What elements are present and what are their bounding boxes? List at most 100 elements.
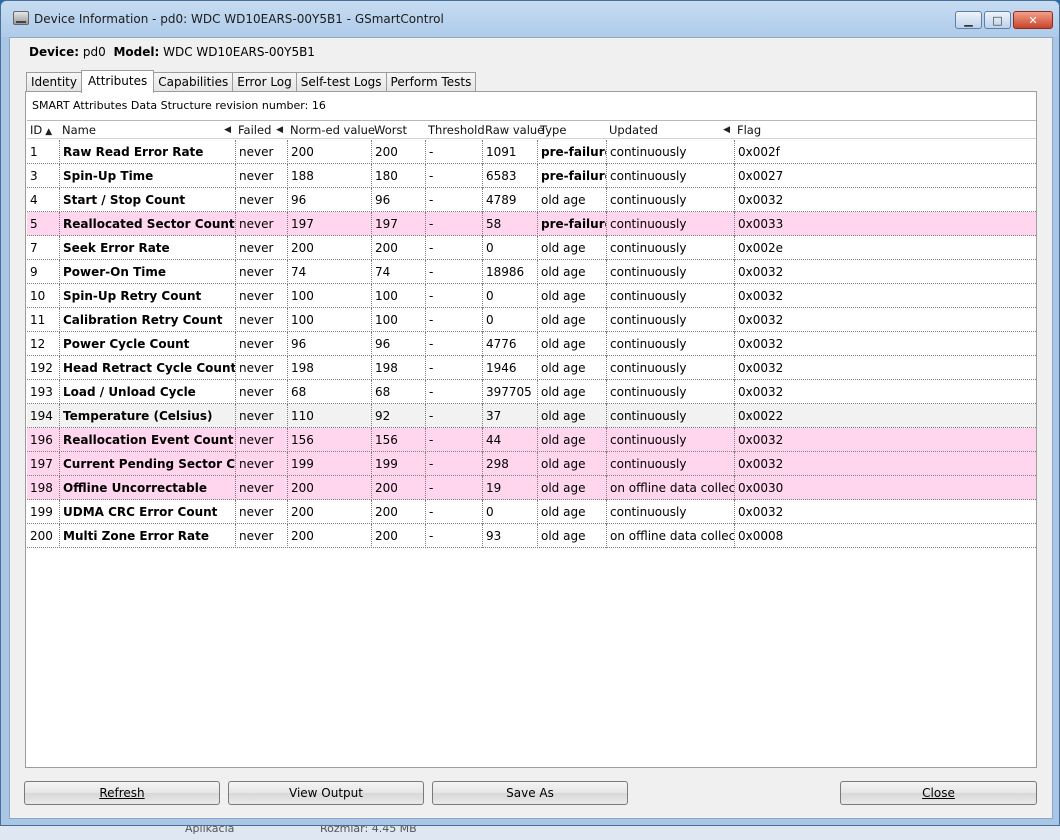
column-header-name[interactable]: Name ◀ bbox=[59, 121, 235, 139]
cell-type: old age bbox=[537, 308, 606, 332]
cell-updated: continuously bbox=[606, 212, 734, 236]
column-header-raw[interactable]: Raw value bbox=[482, 121, 544, 139]
column-header-label: Raw value bbox=[485, 123, 545, 137]
column-header-worst[interactable]: Worst bbox=[371, 121, 425, 139]
close-window-button[interactable]: ✕ bbox=[1013, 11, 1053, 29]
cell-flag: 0x002e bbox=[734, 236, 1036, 260]
cell-worst: 96 bbox=[371, 188, 425, 212]
cell-threshold: - bbox=[425, 308, 482, 332]
column-header-norm[interactable]: Norm-ed value bbox=[287, 121, 375, 139]
tab-attributes[interactable]: Attributes bbox=[81, 70, 155, 93]
model-value: WDC WD10EARS-00Y5B1 bbox=[163, 45, 315, 59]
table-row[interactable]: 197Current Pending Sector Countnever1991… bbox=[27, 452, 1036, 476]
table-row[interactable]: 200 Multi Zone Error Rate never 200 200-93 ol… bbox=[27, 524, 1036, 548]
cell-type: old age bbox=[537, 260, 606, 284]
table-header: ID ▲ Name ◀ Failed ◀ Norm-ed value Worst Thresho… bbox=[27, 121, 1036, 139]
cell-worst: 197 bbox=[371, 212, 425, 236]
cell-norm: 110 bbox=[287, 404, 371, 428]
table-row[interactable]: 196 Reallocation Event Count never 156 156-4… bbox=[27, 428, 1036, 452]
tab-identity[interactable]: Identity bbox=[26, 72, 82, 92]
view-output-button[interactable]: View Output bbox=[228, 781, 424, 805]
table-row[interactable]: 12 Power Cycle Count never 96 96-4776 old age… bbox=[27, 332, 1036, 356]
cell-type: old age bbox=[537, 380, 606, 404]
cell-flag: 0x0032 bbox=[734, 260, 1036, 284]
column-header-label: Norm-ed value bbox=[290, 123, 375, 137]
cell-flag: 0x0032 bbox=[734, 332, 1036, 356]
device-value: pd0 bbox=[82, 45, 106, 59]
cell-name: Spin-Up Retry Count bbox=[59, 284, 235, 308]
cell-id: 197 bbox=[30, 457, 53, 471]
table-row[interactable]: 7 Seek Error Rate never 200 200-0 old age cont… bbox=[27, 236, 1036, 260]
cell-flag: 0x0032 bbox=[734, 428, 1036, 452]
tab-self-test-logs[interactable]: Self-test Logs bbox=[295, 72, 387, 92]
table-row[interactable]: 193 Load / Unload Cycle never 68 68-397705 ol… bbox=[27, 380, 1036, 404]
maximize-button[interactable]: □ bbox=[984, 11, 1011, 29]
cell-id: 12 bbox=[30, 337, 46, 351]
cell-raw: 298 bbox=[482, 452, 537, 476]
tab-error-log[interactable]: Error Log bbox=[232, 72, 297, 92]
cell-norm: 199 bbox=[287, 452, 371, 476]
table-row[interactable]: 10 Spin-Up Retry Count never 100 100-0 old ag… bbox=[27, 284, 1036, 308]
cell-name: Power Cycle Count bbox=[59, 332, 235, 356]
cell-type: pre-failure bbox=[537, 140, 606, 164]
title-bar[interactable]: Device Information - pd0: WDC WD10EARS-0… bbox=[1, 1, 1059, 37]
table-row[interactable]: 11 Calibration Retry Count never 100 100-0 ol… bbox=[27, 308, 1036, 332]
attributes-panel: SMART Attributes Data Structure revision… bbox=[25, 91, 1037, 768]
cell-flag: 0x0008 bbox=[734, 524, 1036, 548]
table-row[interactable]: 4 Start / Stop Count never 96 96-4789 old age… bbox=[27, 188, 1036, 212]
table-row[interactable]: 3 Spin-Up Time never 188 180-6583 pre-failure… bbox=[27, 164, 1036, 188]
cell-raw: 1946 bbox=[482, 356, 537, 380]
cell-norm: 198 bbox=[287, 356, 371, 380]
cell-updated: continuously bbox=[606, 308, 734, 332]
column-header-failed[interactable]: Failed ◀ bbox=[235, 121, 287, 139]
refresh-button-label: Refresh bbox=[99, 786, 145, 800]
attributes-table[interactable]: ID ▲ Name ◀ Failed ◀ Norm-ed value Worst Thresho… bbox=[27, 120, 1036, 766]
close-button[interactable]: Close bbox=[840, 781, 1037, 805]
table-row[interactable]: 194 Temperature (Celsius) never 110 92-37 old… bbox=[27, 404, 1036, 428]
cell-flag: 0x0032 bbox=[734, 500, 1036, 524]
cell-threshold: - bbox=[425, 260, 482, 284]
cell-failed: never bbox=[235, 212, 287, 236]
table-row[interactable]: 9 Power-On Time never 74 74-18986 old age cont… bbox=[27, 260, 1036, 284]
cell-flag: 0x002f bbox=[734, 140, 1036, 164]
table-row[interactable]: 199 UDMA CRC Error Count never 200 200-0 old … bbox=[27, 500, 1036, 524]
cell-id: 10 bbox=[30, 289, 46, 303]
table-row[interactable]: 5 Reallocated Sector Count never 197 197-58 p… bbox=[27, 212, 1036, 236]
cell-name: Offline Uncorrectable bbox=[59, 476, 235, 500]
cell-updated: continuously bbox=[606, 404, 734, 428]
cell-name: Power-On Time bbox=[59, 260, 235, 284]
cell-worst: 200 bbox=[371, 236, 425, 260]
table-row[interactable]: 198 Offline Uncorrectable never 200 200-19 ol… bbox=[27, 476, 1036, 500]
cell-updated: on offline data collect. bbox=[606, 476, 734, 500]
tab-capabilities[interactable]: Capabilities bbox=[153, 72, 234, 92]
cell-type: old age bbox=[537, 188, 606, 212]
cell-worst: 198 bbox=[371, 356, 425, 380]
table-row[interactable]: 192 Head Retract Cycle Count never 198 198-1… bbox=[27, 356, 1036, 380]
model-label: Model: bbox=[113, 45, 160, 59]
cell-id: 3 bbox=[30, 169, 38, 183]
minimize-button[interactable]: ▁ bbox=[955, 11, 982, 29]
cell-raw: 1091 bbox=[482, 140, 537, 164]
cell-worst: 100 bbox=[371, 308, 425, 332]
cell-name: Temperature (Celsius) bbox=[59, 404, 235, 428]
column-header-id[interactable]: ID ▲ bbox=[27, 121, 59, 139]
column-header-flag[interactable]: Flag bbox=[734, 121, 1036, 139]
table-row[interactable]: 1 Raw Read Error Rate never 200 200-1091 pre-… bbox=[27, 140, 1036, 164]
tab-perform-tests[interactable]: Perform Tests bbox=[385, 72, 477, 92]
refresh-button[interactable]: Refresh bbox=[24, 781, 220, 805]
cell-updated: continuously bbox=[606, 140, 734, 164]
cell-id: 200 bbox=[30, 529, 53, 543]
save-as-button[interactable]: Save As bbox=[432, 781, 628, 805]
device-info-window: Device Information - pd0: WDC WD10EARS-0… bbox=[0, 0, 1060, 826]
cell-failed: never bbox=[235, 380, 287, 404]
cell-name: Load / Unload Cycle bbox=[59, 380, 235, 404]
column-header-threshold[interactable]: Threshold bbox=[425, 121, 485, 139]
cell-norm: 200 bbox=[287, 476, 371, 500]
column-header-type[interactable]: Type bbox=[537, 121, 606, 139]
cell-type: old age bbox=[537, 236, 606, 260]
cell-raw: 0 bbox=[482, 500, 537, 524]
cell-updated: continuously bbox=[606, 380, 734, 404]
column-header-updated[interactable]: Updated ◀ bbox=[606, 121, 734, 139]
cell-raw: 4776 bbox=[482, 332, 537, 356]
window-controls: ▁ □ ✕ bbox=[955, 11, 1053, 29]
